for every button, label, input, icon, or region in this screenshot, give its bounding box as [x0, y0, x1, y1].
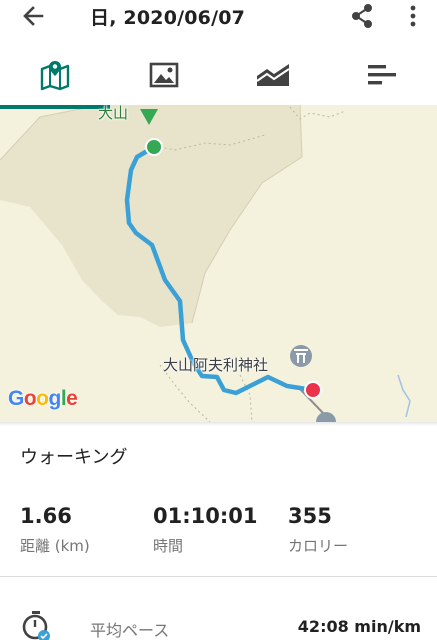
share-button[interactable] [348, 2, 376, 30]
stopwatch-icon [22, 611, 50, 640]
area-chart-icon [255, 64, 290, 86]
tab-details[interactable] [327, 45, 436, 105]
tab-elevation[interactable] [218, 45, 327, 105]
logo-letter: o [36, 387, 49, 410]
route-map[interactable]: 大山 大山阿夫利神社 Google [0, 105, 437, 422]
bar-list-icon [367, 65, 396, 85]
image-icon [149, 62, 178, 88]
google-attribution: Google [8, 387, 78, 411]
duration-value: 01:10:01 [153, 504, 258, 528]
shrine-label: 大山阿夫利神社 [163, 356, 269, 374]
pace-row-icon [20, 610, 52, 640]
distance-label: 距離 (km) [20, 537, 90, 555]
avg-pace-value: 42:08 min/km [297, 617, 421, 636]
app-bar: 日, 2020/06/07 [0, 0, 437, 32]
activity-type: ウォーキング [20, 447, 128, 468]
map-divider [0, 422, 437, 426]
logo-letter: o [23, 387, 37, 410]
tab-photos[interactable] [109, 45, 218, 105]
more-options-button[interactable] [403, 2, 423, 30]
section-divider [0, 576, 437, 577]
calories-label: カロリー [288, 537, 349, 555]
page-title: 日, 2020/06/07 [90, 7, 246, 29]
peak-label: 大山 [98, 105, 129, 122]
logo-letter: g [48, 387, 62, 410]
tab-bar [0, 45, 437, 105]
back-button[interactable] [20, 2, 48, 30]
avg-pace-label: 平均ペース [90, 621, 170, 640]
logo-letter: G [8, 387, 24, 410]
logo-letter: e [66, 387, 78, 410]
distance-value: 1.66 [20, 504, 72, 528]
arrow-left-icon [23, 6, 44, 26]
calories-value: 355 [288, 504, 332, 528]
map-icon [40, 61, 69, 91]
share-icon [352, 4, 372, 28]
duration-label: 時間 [153, 537, 184, 555]
tab-map[interactable] [0, 45, 109, 105]
more-vertical-icon [410, 5, 416, 27]
